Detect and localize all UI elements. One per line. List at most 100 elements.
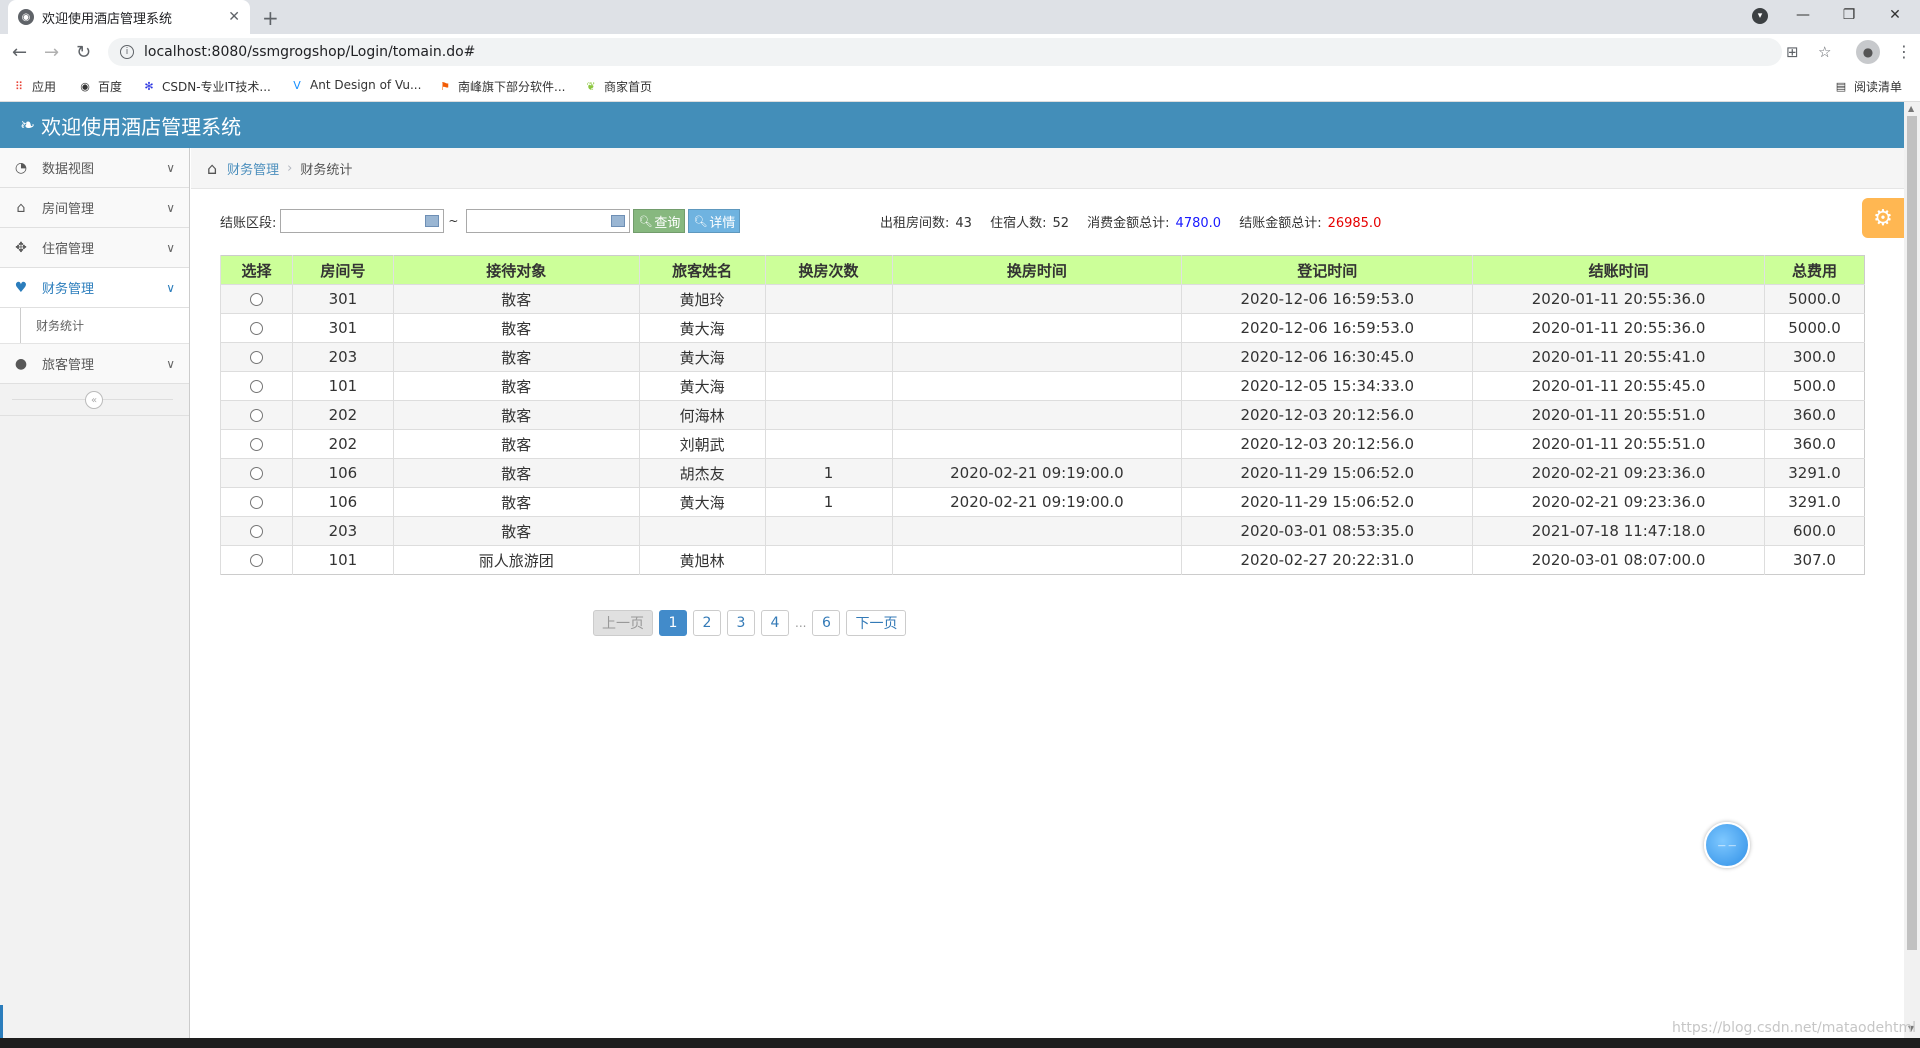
table-cell: 500.0	[1764, 371, 1865, 401]
table-row[interactable]: 301 散客 黄大海 2020-12-06 16:59:53.0 2020-01-11 …	[220, 313, 1865, 343]
collapse-sidebar-icon[interactable]: «	[85, 391, 103, 409]
select-cell[interactable]	[220, 429, 293, 459]
url-text: localhost:8080/ssmgrogshop/Login/tomain.…	[144, 44, 476, 60]
detail-button[interactable]: 🔍︎ 详情	[688, 209, 741, 233]
row-select-radio[interactable]	[249, 380, 263, 393]
sidebar-item-guest[interactable]: ● 旅客管理 ∨	[0, 344, 189, 384]
table-cell: 散客	[392, 400, 640, 430]
bookmark-shop[interactable]: ❦ 商家首页	[584, 78, 652, 95]
vertical-scrollbar[interactable]: ▲ ▼	[1904, 102, 1920, 1038]
detail-button-label: 详情	[709, 215, 736, 231]
select-cell[interactable]	[220, 284, 293, 314]
reading-list[interactable]: ▤ 阅读清单	[1834, 78, 1902, 95]
sidebar-item-room[interactable]: ⌂ 房间管理 ∨	[0, 188, 189, 228]
prev-page-button[interactable]: 上一页	[593, 610, 653, 636]
minimize-icon[interactable]: —	[1780, 0, 1826, 30]
bookmark-star-icon[interactable]: ☆	[1818, 43, 1831, 61]
bookmark-antd[interactable]: V Ant Design of Vu...	[290, 78, 421, 92]
table-cell: 2020-01-11 20:55:36.0	[1472, 313, 1765, 343]
table-row[interactable]: 106 散客 胡杰友 1 2020-02-21 09:19:00.0 2020-11-29…	[220, 458, 1865, 488]
last-page-button[interactable]: 6	[812, 610, 841, 636]
select-cell[interactable]	[220, 342, 293, 372]
settings-gear-icon[interactable]: ⚙	[1862, 198, 1904, 238]
row-select-radio[interactable]	[249, 554, 263, 567]
table-cell: 散客	[392, 342, 640, 372]
rooms-value: 43	[955, 216, 972, 231]
sidebar-subitem-finance-stats[interactable]: 财务统计	[0, 308, 189, 344]
row-select-radio[interactable]	[249, 322, 263, 335]
page-button[interactable]: 4	[761, 610, 789, 636]
bookmark-apps[interactable]: ⠿ 应用	[12, 78, 56, 95]
start-date-input[interactable]	[280, 209, 445, 233]
floating-assist-icon[interactable]: — —	[1704, 822, 1750, 868]
row-select-radio[interactable]	[249, 438, 263, 451]
menu-kebab-icon[interactable]: ⋮	[1896, 42, 1912, 61]
table-cell: 101	[291, 545, 394, 575]
browser-tab[interactable]: ◉ 欢迎使用酒店管理系统 ✕	[8, 0, 250, 34]
table-cell: 202	[291, 400, 394, 430]
new-tab-icon[interactable]: +	[262, 6, 279, 30]
table-cell: 散客	[392, 516, 640, 546]
chevron-down-icon: ∨	[166, 240, 175, 255]
table-row[interactable]: 101 散客 黄大海 2020-12-05 15:34:33.0 2020-01-11 …	[220, 371, 1865, 401]
next-page-button[interactable]: 下一页	[846, 610, 907, 636]
bookmark-csdn[interactable]: ✻ CSDN-专业IT技术...	[142, 78, 270, 95]
window-close-icon[interactable]: ✕	[1872, 0, 1918, 30]
select-cell[interactable]	[220, 313, 293, 343]
row-select-radio[interactable]	[249, 351, 263, 364]
col-header: 结账时间	[1472, 255, 1765, 285]
bookmark-baidu[interactable]: ◉ 百度	[78, 78, 122, 95]
table-row[interactable]: 202 散客 何海林 2020-12-03 20:12:56.0 2020-01-11 …	[220, 400, 1865, 430]
table-row[interactable]: 203 散客 2020-03-01 08:53:35.0 2021-07-18 11:…	[220, 516, 1865, 546]
select-cell[interactable]	[220, 516, 293, 546]
sidebar-item-label: 财务管理	[42, 282, 95, 297]
translate-icon[interactable]: ⊞	[1786, 43, 1799, 61]
calendar-icon[interactable]	[425, 215, 440, 227]
table-row[interactable]: 203 散客 黄大海 2020-12-06 16:30:45.0 2020-01-11 …	[220, 342, 1865, 372]
bookmark-nanfeng[interactable]: ⚑ 南峰旗下部分软件...	[438, 78, 565, 95]
row-select-radio[interactable]	[249, 293, 263, 306]
table-cell	[764, 371, 893, 401]
table-cell: 5000.0	[1764, 284, 1865, 314]
close-tab-icon[interactable]: ✕	[228, 9, 240, 25]
select-cell[interactable]	[220, 487, 293, 517]
restore-icon[interactable]: ❐	[1826, 0, 1872, 30]
sidebar-item-label: 住宿管理	[42, 242, 95, 257]
url-field[interactable]: i localhost:8080/ssmgrogshop/Login/tomai…	[108, 38, 1831, 66]
row-select-radio[interactable]	[249, 525, 263, 538]
sidebar-item-label: 房间管理	[42, 202, 95, 217]
sidebar-item-data-view[interactable]: ◔ 数据视图 ∨	[0, 148, 189, 188]
sidebar-item-lodging[interactable]: ✥ 住宿管理 ∨	[0, 228, 189, 268]
query-button[interactable]: 🔍︎ 查询	[633, 209, 686, 233]
select-cell[interactable]	[220, 458, 293, 488]
row-select-radio[interactable]	[249, 467, 263, 480]
scroll-up-icon[interactable]: ▲	[1908, 104, 1914, 113]
row-select-radio[interactable]	[249, 496, 263, 509]
paw-icon: ✻	[144, 80, 154, 93]
page-button[interactable]: 3	[727, 610, 755, 636]
end-date-input[interactable]	[466, 209, 631, 233]
table-row[interactable]: 106 散客 黄大海 1 2020-02-21 09:19:00.0 2020-11-29…	[220, 487, 1865, 517]
breadcrumb-parent[interactable]: 财务管理	[227, 159, 279, 178]
select-cell[interactable]	[220, 371, 293, 401]
row-select-radio[interactable]	[249, 409, 263, 422]
table-row[interactable]: 202 散客 刘朝武 2020-12-03 20:12:56.0 2020-01-11 …	[220, 429, 1865, 459]
select-cell[interactable]	[220, 545, 293, 575]
table-row[interactable]: 101 丽人旅游团 黄旭林 2020-02-27 20:22:31.0 2020-03-…	[220, 545, 1865, 575]
range-tilde: ~	[448, 214, 459, 228]
calendar-icon[interactable]	[611, 215, 626, 227]
page-button[interactable]: 1	[659, 610, 687, 636]
table-cell	[891, 545, 1182, 575]
sidebar-item-finance[interactable]: ♥ 财务管理 ∨	[0, 268, 189, 308]
forward-icon[interactable]: →	[44, 42, 59, 63]
profile-avatar-icon[interactable]: ●	[1856, 40, 1880, 64]
reload-icon[interactable]: ↻	[76, 42, 91, 63]
select-cell[interactable]	[220, 400, 293, 430]
tab-search-icon[interactable]: ▾	[1752, 8, 1768, 24]
table-row[interactable]: 301 散客 黄旭玲 2020-12-06 16:59:53.0 2020-01-11 …	[220, 284, 1865, 314]
scrollbar-thumb[interactable]	[1907, 116, 1917, 950]
back-icon[interactable]: ←	[12, 42, 27, 63]
vue-icon: V	[293, 78, 301, 92]
site-info-icon[interactable]: i	[120, 45, 134, 59]
page-button[interactable]: 2	[693, 610, 721, 636]
